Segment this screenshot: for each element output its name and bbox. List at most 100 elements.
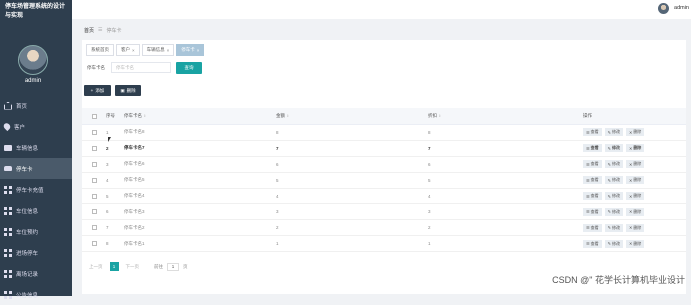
row-checkbox[interactable] [91, 177, 97, 183]
cell-remain: 1 [428, 241, 431, 247]
close-icon[interactable]: × [197, 48, 200, 53]
delete-row-button[interactable]: ✕ 删除 [625, 207, 645, 216]
cell-name: 停车卡名5 [124, 177, 145, 183]
row-checkbox[interactable] [91, 193, 97, 199]
table-row: 3 停车卡名6 6 6 ☰ 查看 ✎ 修改 ✕ 删除 [82, 157, 686, 173]
sidebar-item-2[interactable]: 车辆信息 [0, 137, 72, 158]
view-button[interactable]: ☰ 查看 [583, 192, 602, 200]
table-header: 序号 停车卡名 ⇕ 金额 ⇕ 折扣 ⇕ 操作 [82, 108, 686, 125]
delete-row-button[interactable]: ✕ 删除 [625, 223, 645, 232]
view-button[interactable]: ☰ 查看 [583, 176, 602, 185]
page-unit: 页 [183, 263, 188, 269]
delete-row-button[interactable]: ✕ 删除 [625, 176, 645, 185]
edit-icon: ✎ [607, 241, 611, 247]
header-name[interactable]: 停车卡名 ⇕ [124, 113, 276, 119]
sidebar-item-6[interactable]: 车位预约 [0, 221, 72, 242]
sort-icon: ⇕ [286, 114, 290, 118]
cell-no: 5 [106, 193, 109, 199]
select-all-checkbox[interactable] [91, 113, 97, 119]
tab-label: 系统首页 [91, 47, 109, 52]
view-button[interactable]: ☰ 查看 [583, 144, 602, 153]
breadcrumb-home[interactable]: 首页 [84, 27, 94, 34]
cell-total: 4 [276, 193, 279, 199]
cell-no: 2 [106, 145, 109, 151]
breadcrumb: 首页 ☰ 停车卡 [84, 27, 122, 34]
delete-button[interactable]: ▣ 删除 [115, 85, 141, 96]
tab-2[interactable]: 车辆信息 × [141, 44, 175, 56]
close-icon[interactable]: × [167, 48, 170, 53]
delete-row-button[interactable]: ✕ 删除 [625, 160, 645, 169]
delete-row-button[interactable]: ✕ 删除 [625, 192, 645, 200]
edit-button[interactable]: ✎ 修改 [604, 192, 623, 200]
sidebar-item-label: 车辆信息 [16, 145, 39, 152]
tab-3[interactable]: 停车卡 × [176, 44, 205, 56]
table-row: 6 停车卡名3 3 3 ☰ 查看 ✎ 修改 ✕ 删除 [82, 204, 686, 221]
table-row: 7 停车卡名2 2 2 ☰ 查看 ✎ 修改 ✕ 删除 [82, 220, 686, 237]
view-button[interactable]: ☰ 查看 [583, 207, 602, 216]
pin-icon [2, 121, 12, 132]
trash-icon: ▣ [120, 87, 125, 93]
sidebar-item-1[interactable]: 客户 [0, 116, 72, 137]
cell-total: 6 [276, 161, 279, 167]
add-button-label: 添加 [95, 87, 105, 93]
tab-bar: 系统首页 客户 × 车辆信息 × 停车卡 × [86, 44, 205, 56]
user-avatar[interactable] [658, 3, 669, 14]
edit-button[interactable]: ✎ 修改 [604, 207, 623, 216]
search-input[interactable]: 停车卡名 [111, 62, 171, 73]
header-remain[interactable]: 折扣 ⇕ [428, 113, 583, 119]
delete-row-button[interactable]: ✕ 删除 [625, 128, 645, 137]
mouse-cursor-icon [108, 137, 111, 142]
add-button[interactable]: + 添加 [84, 85, 111, 96]
edit-button[interactable]: ✎ 修改 [604, 239, 623, 248]
row-checkbox[interactable] [91, 241, 97, 247]
view-button[interactable]: ☰ 查看 [583, 160, 602, 169]
edit-icon: ✎ [607, 177, 611, 183]
delete-row-button[interactable]: ✕ 删除 [625, 144, 645, 153]
cell-remain: 7 [428, 145, 431, 151]
prev-page-button[interactable]: 上一页 [86, 263, 106, 271]
plus-icon: + [90, 88, 94, 93]
table-row: 8 停车卡名1 1 1 ☰ 查看 ✎ 修改 ✕ 删除 [82, 236, 686, 253]
cell-no: 3 [106, 161, 109, 167]
row-checkbox[interactable] [91, 129, 97, 135]
sidebar-item-8[interactable]: 离场记录 [0, 263, 72, 284]
sidebar-item-4[interactable]: 停车卡充值 [0, 179, 72, 200]
view-button[interactable]: ☰ 查看 [583, 128, 602, 137]
edit-button[interactable]: ✎ 修改 [604, 160, 623, 169]
row-checkbox[interactable] [91, 225, 97, 231]
current-page[interactable]: 1 [109, 262, 119, 271]
view-icon: ☰ [586, 145, 590, 151]
edit-icon: ✎ [607, 145, 611, 151]
sidebar-item-5[interactable]: 车位信息 [0, 200, 72, 221]
edit-icon: ✎ [607, 129, 611, 135]
edit-button[interactable]: ✎ 修改 [604, 144, 623, 153]
sidebar-item-9[interactable]: 公告信息 [0, 284, 72, 305]
view-button[interactable]: ☰ 查看 [583, 223, 602, 232]
tab-1[interactable]: 客户 × [116, 44, 140, 56]
edit-button[interactable]: ✎ 修改 [604, 223, 623, 232]
table-row: 4 停车卡名5 5 5 ☰ 查看 ✎ 修改 ✕ 删除 [82, 173, 686, 189]
view-button[interactable]: ☰ 查看 [583, 239, 602, 248]
app-title: 停车场管理系统的设计与实现 [5, 4, 66, 19]
row-checkbox[interactable] [91, 209, 97, 215]
sidebar-item-label: 车位预约 [16, 229, 39, 236]
cell-no: 7 [106, 225, 109, 231]
edit-button[interactable]: ✎ 修改 [604, 128, 623, 137]
edit-button[interactable]: ✎ 修改 [604, 176, 623, 185]
cell-name: 停车卡名3 [124, 208, 145, 214]
sidebar-item-7[interactable]: 进场停车 [0, 242, 72, 263]
close-icon[interactable]: × [132, 48, 135, 53]
next-page-button[interactable]: 下一页 [123, 263, 143, 271]
user-name[interactable]: admin [674, 5, 689, 11]
row-checkbox[interactable] [91, 161, 97, 167]
view-icon: ☰ [586, 177, 590, 183]
delete-row-button[interactable]: ✕ 删除 [625, 239, 645, 248]
header-total[interactable]: 金额 ⇕ [276, 113, 428, 119]
sidebar-item-0[interactable]: 首页 [0, 95, 72, 116]
search-button[interactable]: 查询 [176, 62, 202, 74]
tab-0[interactable]: 系统首页 [86, 44, 114, 56]
page-input[interactable]: 1 [167, 262, 179, 271]
row-checkbox[interactable] [91, 145, 97, 151]
sidebar-item-3[interactable]: 停车卡 [0, 158, 72, 179]
grid-icon [4, 227, 12, 236]
